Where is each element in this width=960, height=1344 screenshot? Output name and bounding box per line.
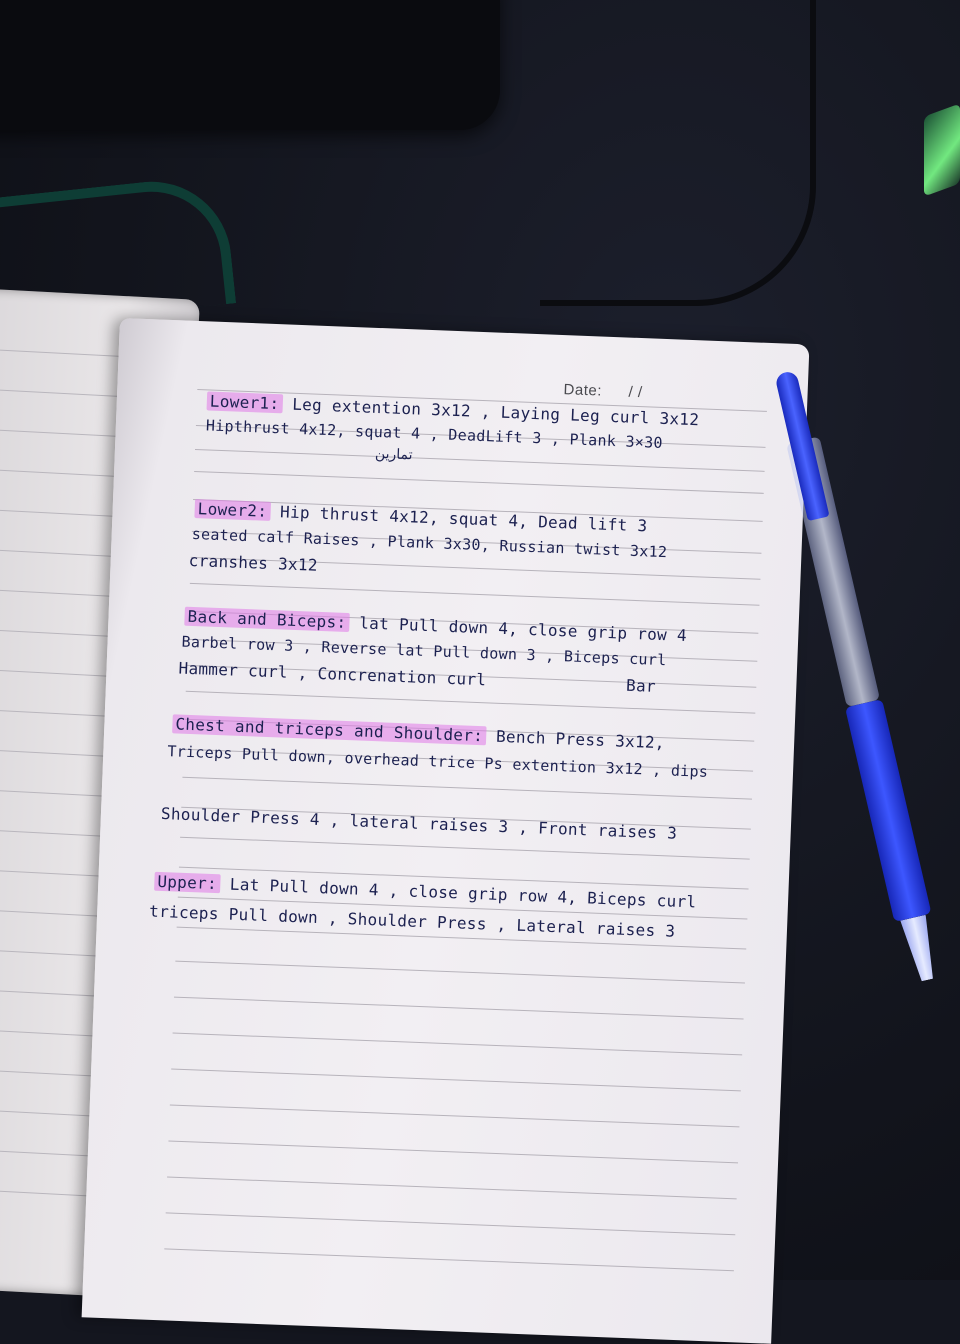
upper-heading: Upper: bbox=[154, 871, 221, 894]
lower2-line-3: cranshes 3x12 bbox=[188, 550, 319, 575]
back-text-1: lat Pull down 4, close grip row 4 bbox=[358, 613, 688, 645]
back-text-3: Hammer curl , Concrenation curl bbox=[178, 658, 487, 690]
chest-line-3: Shoulder Press 4 , lateral raises 3 , Fr… bbox=[160, 803, 678, 843]
back-heading: Back and Biceps: bbox=[184, 606, 350, 633]
lower2-heading: Lower2: bbox=[194, 499, 271, 521]
laptop bbox=[0, 0, 500, 130]
device-light bbox=[924, 103, 960, 197]
date-label: Date: bbox=[563, 381, 603, 400]
upper-text-1: Lat Pull down 4 , close grip row 4, Bice… bbox=[229, 874, 697, 912]
notebook-page: Date: / / Lower1: Leg extention 3x12 , L… bbox=[81, 318, 810, 1344]
back-text-4: Bar bbox=[625, 675, 657, 696]
lower1-arabic-note: تمارين bbox=[374, 445, 413, 464]
date-value: / / bbox=[628, 383, 643, 402]
cable bbox=[540, 0, 816, 306]
lower1-heading: Lower1: bbox=[206, 391, 283, 414]
chest-heading: Chest and triceps and Shoulder: bbox=[172, 714, 487, 746]
chest-text-1: Bench Press 3x12, bbox=[495, 726, 666, 753]
date-field: Date: / / bbox=[563, 381, 643, 401]
